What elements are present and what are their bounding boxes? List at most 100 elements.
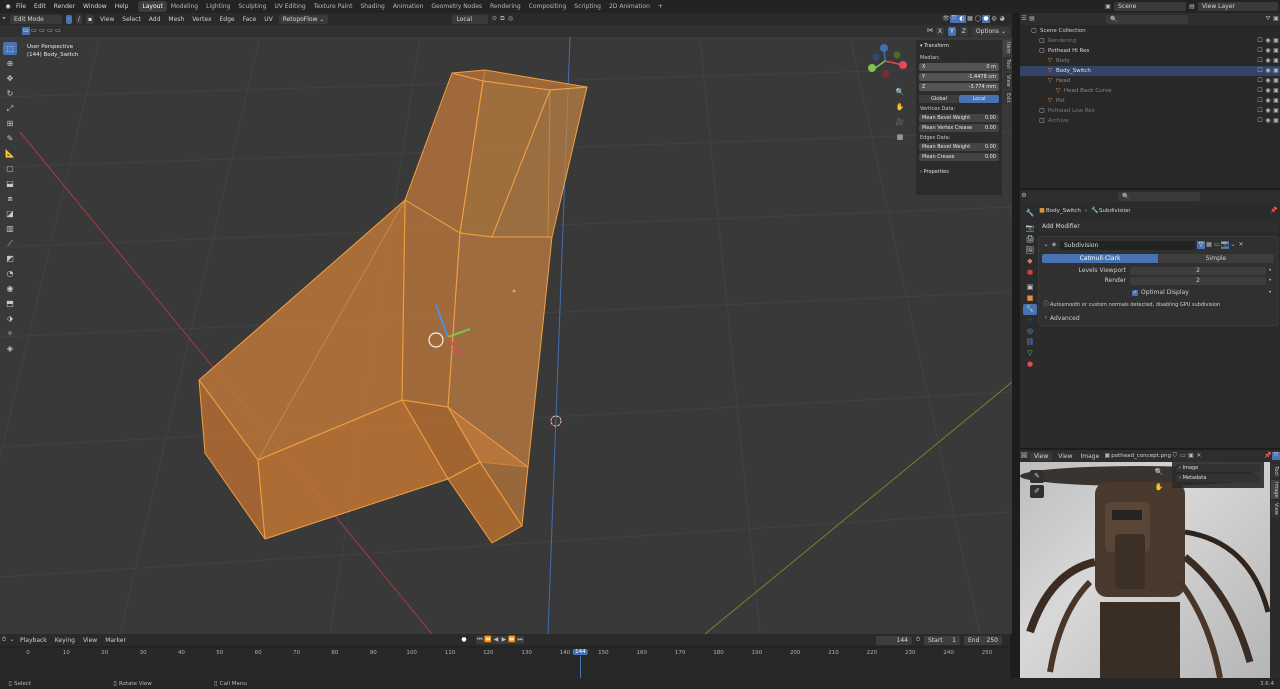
collapse-chevron-icon[interactable]: ⌄ [1042, 241, 1050, 249]
annotate-tool-icon[interactable]: ✎ [3, 132, 17, 145]
extrude-tool-icon[interactable]: ⬓ [3, 177, 17, 190]
outliner-item[interactable]: ▽ Pot ☐ ◉ ▣ [1020, 96, 1280, 106]
transform-panel-title[interactable]: ▾ Transform [920, 43, 998, 49]
fake-user-icon[interactable]: ⛉ [1171, 452, 1179, 460]
viewport-menu-face[interactable]: Face [243, 16, 257, 23]
edge-slide-tool-icon[interactable]: ⬒ [3, 297, 17, 310]
new-image-icon[interactable]: ▭ [1179, 452, 1187, 460]
on-cage-toggle-icon[interactable]: ▦ [1205, 241, 1213, 249]
outliner-item[interactable]: ▢ Archive ☐ ◉ ▣ [1020, 116, 1280, 126]
pan-hand-icon[interactable]: ✋ [893, 101, 907, 114]
outliner-item[interactable]: ▢ Pothead Low Res ☐ ◉ ▣ [1020, 106, 1280, 116]
shading-rendered-icon[interactable]: ◕ [998, 15, 1006, 23]
render-properties-icon[interactable]: 📷 [1023, 223, 1037, 234]
shading-wireframe-icon[interactable]: ◯ [974, 15, 982, 23]
outliner-search-field[interactable]: 🔍 [1106, 14, 1188, 24]
3d-viewport[interactable]: User Perspective (144) Body_Switch 🔍 ✋ 🎥… [0, 37, 1012, 634]
zoom-icon[interactable]: 🔍 [1152, 466, 1166, 479]
playhead-frame-label[interactable]: 144 [573, 649, 588, 655]
properties-editor-icon[interactable]: ⚙ [1020, 192, 1028, 200]
record-icon[interactable]: ● [460, 636, 468, 644]
chevron-down-icon[interactable]: ⌄ [8, 636, 16, 644]
jump-keyframe-forward-icon[interactable]: ⏩ [507, 636, 516, 644]
scene-selector[interactable]: Scene [1114, 2, 1186, 11]
retopoflow-menu[interactable]: RetopoFlow ⌄ [278, 14, 329, 24]
workspace-tab-scripting[interactable]: Scripting [570, 1, 605, 12]
eye-icon[interactable]: ◉ [1264, 37, 1272, 45]
simple-toggle[interactable]: Simple [1158, 254, 1274, 263]
mean-bevel-weight-vertex-field[interactable]: Mean Bevel Weight 0.00 [919, 113, 999, 122]
local-toggle[interactable]: Local [959, 94, 999, 103]
n-tab-edit[interactable]: Edit [1003, 90, 1011, 105]
mean-vertex-crease-field[interactable]: Mean Vertex Crease 0.00 [919, 123, 999, 132]
remove-modifier-icon[interactable]: ✕ [1237, 241, 1245, 249]
keyframe-dot-icon[interactable]: • [1266, 289, 1274, 297]
image-tab-tool[interactable]: Tool [1271, 464, 1279, 478]
proportional-edit-icon[interactable]: ◎ [506, 15, 514, 23]
scene-properties-icon[interactable]: ◆ [1023, 256, 1037, 267]
editor-type-icon[interactable]: ⌖ [0, 15, 8, 23]
rip-tool-icon[interactable]: ◈ [3, 342, 17, 355]
camera-icon[interactable]: ▣ [1272, 57, 1280, 65]
eye-icon[interactable]: ◉ [1264, 87, 1272, 95]
options-dropdown[interactable]: Options ⌄ [971, 26, 1010, 36]
unlink-image-icon[interactable]: ✕ [1195, 452, 1203, 460]
image-menu-view[interactable]: View [1058, 453, 1072, 460]
rotate-tool-icon[interactable]: ↻ [3, 87, 17, 100]
material-properties-icon[interactable]: ● [1023, 359, 1037, 370]
add-workspace-button[interactable]: + [654, 1, 667, 12]
display-mode-icon[interactable]: ▤ [1028, 15, 1036, 23]
jump-end-icon[interactable]: ⏭ [515, 636, 524, 644]
pan-hand-icon[interactable]: ✋ [1152, 481, 1166, 494]
cursor-tool-icon[interactable]: ⊕ [3, 57, 17, 70]
n-tab-view[interactable]: View [1003, 73, 1011, 89]
image-view-mode-selector[interactable]: View [1030, 451, 1053, 461]
shading-material-icon[interactable]: ◍ [990, 15, 998, 23]
timeline-menu-playback[interactable]: Playback [20, 637, 47, 644]
current-frame-field[interactable]: 144 [876, 635, 912, 645]
jump-start-icon[interactable]: ⏮ [475, 636, 484, 644]
image-editor-icon[interactable]: 🖼 [1020, 452, 1028, 460]
workspace-tab-2d-animation[interactable]: 2D Animation [605, 1, 654, 12]
camera-icon[interactable]: ▣ [1272, 117, 1280, 125]
checkbox-icon[interactable]: ☐ [1256, 67, 1264, 75]
catmull-clark-toggle[interactable]: Catmull-Clark [1042, 254, 1158, 263]
menu-render[interactable]: Render [50, 3, 79, 10]
add-modifier-button[interactable]: Add Modifier [1038, 222, 1278, 232]
start-frame-field[interactable]: Start 1 [924, 635, 960, 645]
outliner-item[interactable]: ▢ Rendering ☐ ◉ ▣ [1020, 36, 1280, 46]
measure-tool-icon[interactable]: 📐 [3, 147, 17, 160]
viewport-menu-add[interactable]: Add [149, 16, 161, 23]
select-box-icon[interactable]: ▭ [22, 27, 30, 35]
shear-tool-icon[interactable]: ✧ [3, 327, 17, 340]
camera-icon[interactable]: ▣ [1272, 77, 1280, 85]
view-layer-selector[interactable]: View Layer [1198, 2, 1278, 11]
checkbox-icon[interactable]: ☐ [1256, 77, 1264, 85]
snap-icon[interactable]: ⧉ [498, 15, 506, 23]
image-tab-view[interactable]: View [1271, 501, 1279, 518]
checkbox-icon[interactable]: ☐ [1256, 57, 1264, 65]
face-select-mode-button[interactable]: ▪ [85, 14, 95, 24]
optimal-display-checkbox[interactable]: ✓ [1132, 289, 1138, 296]
physics-properties-icon[interactable]: ◎ [1023, 326, 1037, 337]
edge-select-mode-button[interactable]: / [75, 14, 82, 24]
new-collection-icon[interactable]: ▣ [1272, 15, 1280, 23]
select-subtract-icon[interactable]: ▭ [38, 27, 46, 35]
workspace-tab-compositing[interactable]: Compositing [525, 1, 571, 12]
shading-solid-icon[interactable]: ● [982, 15, 990, 23]
eye-icon[interactable]: ◉ [1264, 67, 1272, 75]
n-tab-item[interactable]: Item [1003, 40, 1011, 56]
select-extend-icon[interactable]: ▭ [30, 27, 38, 35]
outliner-item[interactable]: ▢ Pothead Hi Res ☐ ◉ ▣ [1020, 46, 1280, 56]
bevel-tool-icon[interactable]: ◪ [3, 207, 17, 220]
jump-keyframe-back-icon[interactable]: ⏪ [483, 636, 492, 644]
viewport-menu-select[interactable]: Select [122, 16, 141, 23]
select-invert-icon[interactable]: ▭ [46, 27, 54, 35]
outliner-item[interactable]: ▽ Body_Switch ☐ ◉ ▣ [1020, 66, 1280, 76]
properties-panel-header[interactable]: › Properties [920, 169, 998, 175]
sample-tool-icon[interactable]: ✎ [1030, 470, 1044, 483]
viewport-menu-view[interactable]: View [100, 16, 114, 23]
add-cube-tool-icon[interactable]: ▢ [3, 162, 17, 175]
filter-icon[interactable]: ⛛ [1264, 15, 1272, 23]
workspace-tab-rendering[interactable]: Rendering [486, 1, 525, 12]
